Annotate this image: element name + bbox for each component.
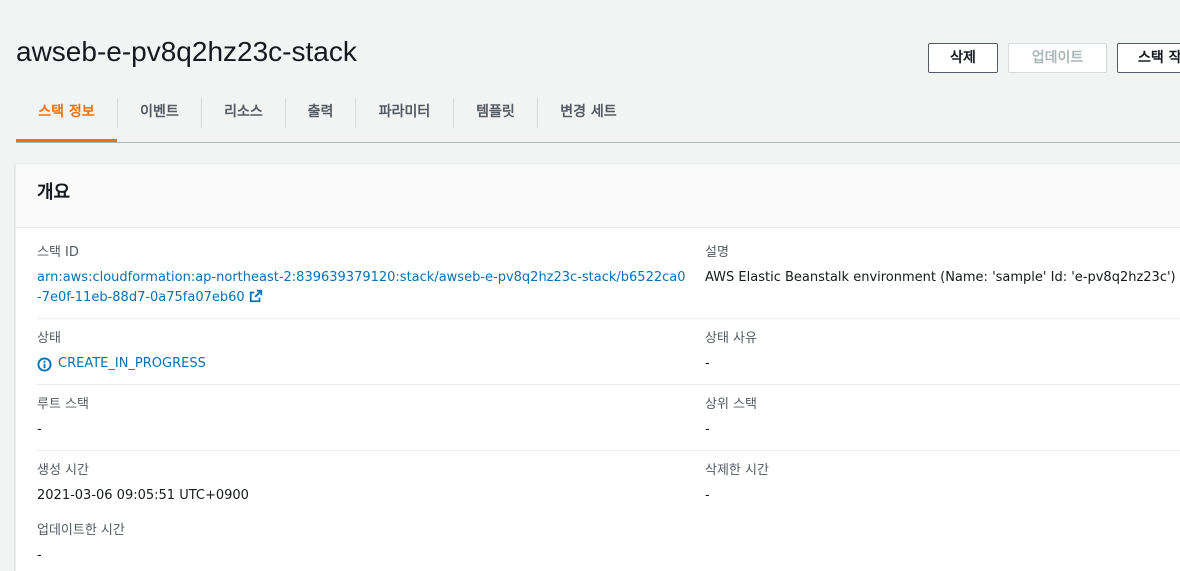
- tab-bar: 스택 정보 이벤트 리소스 출력 파라미터 템플릿 변경 세트: [16, 90, 1180, 143]
- tab-resources[interactable]: 리소스: [202, 90, 285, 142]
- overview-panel: 개요 스택 ID arn:aws:cloudformation:ap-north…: [15, 163, 1180, 571]
- tab-parameters[interactable]: 파라미터: [356, 90, 453, 142]
- deleted-time-label: 삭제한 시간: [705, 463, 769, 478]
- root-stack-value: -: [37, 422, 42, 437]
- created-time-field: 생성 시간 2021-03-06 09:05:51 UTC+0900: [37, 461, 249, 506]
- page-title: awseb-e-pv8q2hz23c-stack: [16, 36, 357, 67]
- overview-title: 개요: [37, 182, 71, 203]
- parent-stack-field: 상위 스택 -: [705, 395, 757, 440]
- row-divider: [37, 318, 1180, 319]
- row-divider: [37, 450, 1180, 451]
- root-stack-field: 루트 스택 -: [37, 395, 89, 440]
- deleted-time-field: 삭제한 시간 -: [705, 461, 769, 506]
- stack-id-value[interactable]: arn:aws:cloudformation:ap-northeast-2:83…: [37, 270, 686, 305]
- stack-id-label: 스택 ID: [37, 245, 79, 260]
- tab-events[interactable]: 이벤트: [118, 90, 201, 142]
- parent-stack-label: 상위 스택: [705, 397, 757, 412]
- update-button[interactable]: 업데이트: [1008, 43, 1107, 73]
- deleted-time-value: -: [705, 488, 710, 503]
- updated-time-value: -: [37, 548, 42, 563]
- status-value: CREATE_IN_PROGRESS: [58, 356, 206, 371]
- updated-time-field: 업데이트한 시간 -: [37, 521, 125, 566]
- description-field: 설명 AWS Elastic Beanstalk environment (Na…: [705, 243, 1176, 288]
- status-reason-label: 상태 사유: [705, 331, 757, 346]
- description-label: 설명: [705, 245, 729, 260]
- root-stack-label: 루트 스택: [37, 397, 89, 412]
- info-icon: [37, 356, 52, 372]
- created-time-label: 생성 시간: [37, 463, 89, 478]
- status-field: 상태 CREATE_IN_PROGRESS: [37, 329, 206, 376]
- tab-outputs[interactable]: 출력: [286, 90, 355, 142]
- updated-time-label: 업데이트한 시간: [37, 523, 125, 538]
- status-label: 상태: [37, 331, 61, 346]
- external-link-icon[interactable]: [249, 289, 263, 310]
- stack-id-link[interactable]: arn:aws:cloudformation:ap-northeast-2:83…: [37, 268, 687, 310]
- stack-id-field: 스택 ID arn:aws:cloudformation:ap-northeas…: [37, 243, 687, 310]
- row-divider: [37, 384, 1180, 385]
- delete-button[interactable]: 삭제: [928, 43, 998, 73]
- stack-details-page: awseb-e-pv8q2hz23c-stack 삭제 업데이트 스택 작 스택…: [0, 0, 1180, 571]
- status-badge: CREATE_IN_PROGRESS: [37, 354, 206, 374]
- status-reason-field: 상태 사유 -: [705, 329, 757, 374]
- tab-stack-info[interactable]: 스택 정보: [16, 90, 117, 142]
- stack-actions-button[interactable]: 스택 작: [1117, 43, 1180, 73]
- description-value: AWS Elastic Beanstalk environment (Name:…: [705, 270, 1176, 285]
- tab-template[interactable]: 템플릿: [454, 90, 537, 142]
- overview-header: 개요: [16, 164, 1180, 228]
- created-time-value: 2021-03-06 09:05:51 UTC+0900: [37, 488, 249, 503]
- status-reason-value: -: [705, 356, 710, 371]
- parent-stack-value: -: [705, 422, 710, 437]
- tab-change-sets[interactable]: 변경 세트: [538, 90, 639, 142]
